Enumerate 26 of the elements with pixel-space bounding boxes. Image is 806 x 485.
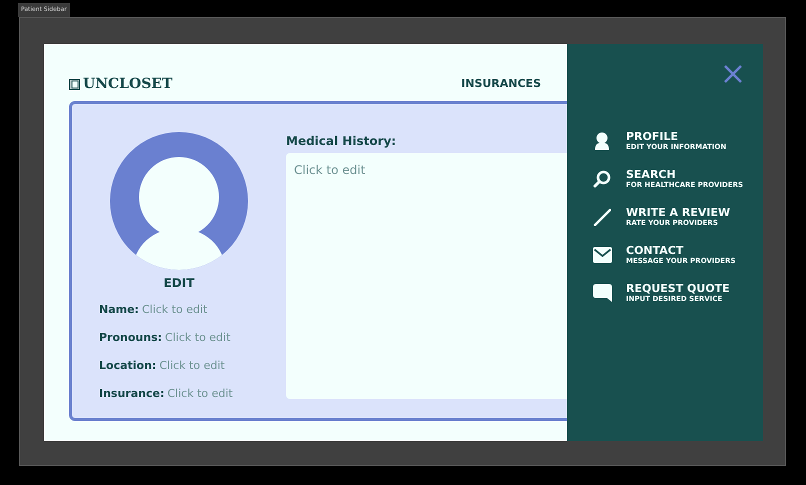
sidebar-item-title: SEARCH xyxy=(626,168,677,181)
sidebar-item-title: CONTACT xyxy=(626,244,684,257)
avatar-icon xyxy=(110,132,248,270)
envelope-icon xyxy=(592,247,612,263)
input-field[interactable]: Click to edit xyxy=(165,329,256,346)
field-label: Name: xyxy=(99,302,139,318)
input-field[interactable]: Click to edit xyxy=(167,385,258,402)
medical-history-label: Medical History: xyxy=(286,133,396,150)
field-label: Insurance: xyxy=(99,386,164,402)
medical-history-field[interactable]: Click to edit xyxy=(286,153,567,399)
speech-bubble-icon xyxy=(592,284,612,302)
pen-icon xyxy=(593,208,611,226)
sidebar-item-title: WRITE A REVIEW xyxy=(626,206,730,219)
person-icon xyxy=(594,132,610,150)
close-icon[interactable] xyxy=(723,64,743,84)
door-logo-icon xyxy=(69,78,80,90)
edit-button[interactable]: EDIT xyxy=(164,274,194,292)
sidebar-item-title: PROFILE xyxy=(626,130,680,143)
nav-link[interactable]: INSURANCES xyxy=(461,76,541,92)
input-field[interactable]: Click to edit xyxy=(142,301,232,318)
sidebar-item-title: REQUEST QUOTE xyxy=(626,282,730,295)
input-field[interactable]: Click to edit xyxy=(159,357,250,374)
logo-text: UNCLOSET xyxy=(83,74,172,94)
field-label: Location: xyxy=(99,358,156,374)
field-label: Pronouns: xyxy=(99,330,162,346)
search-icon xyxy=(593,170,611,188)
